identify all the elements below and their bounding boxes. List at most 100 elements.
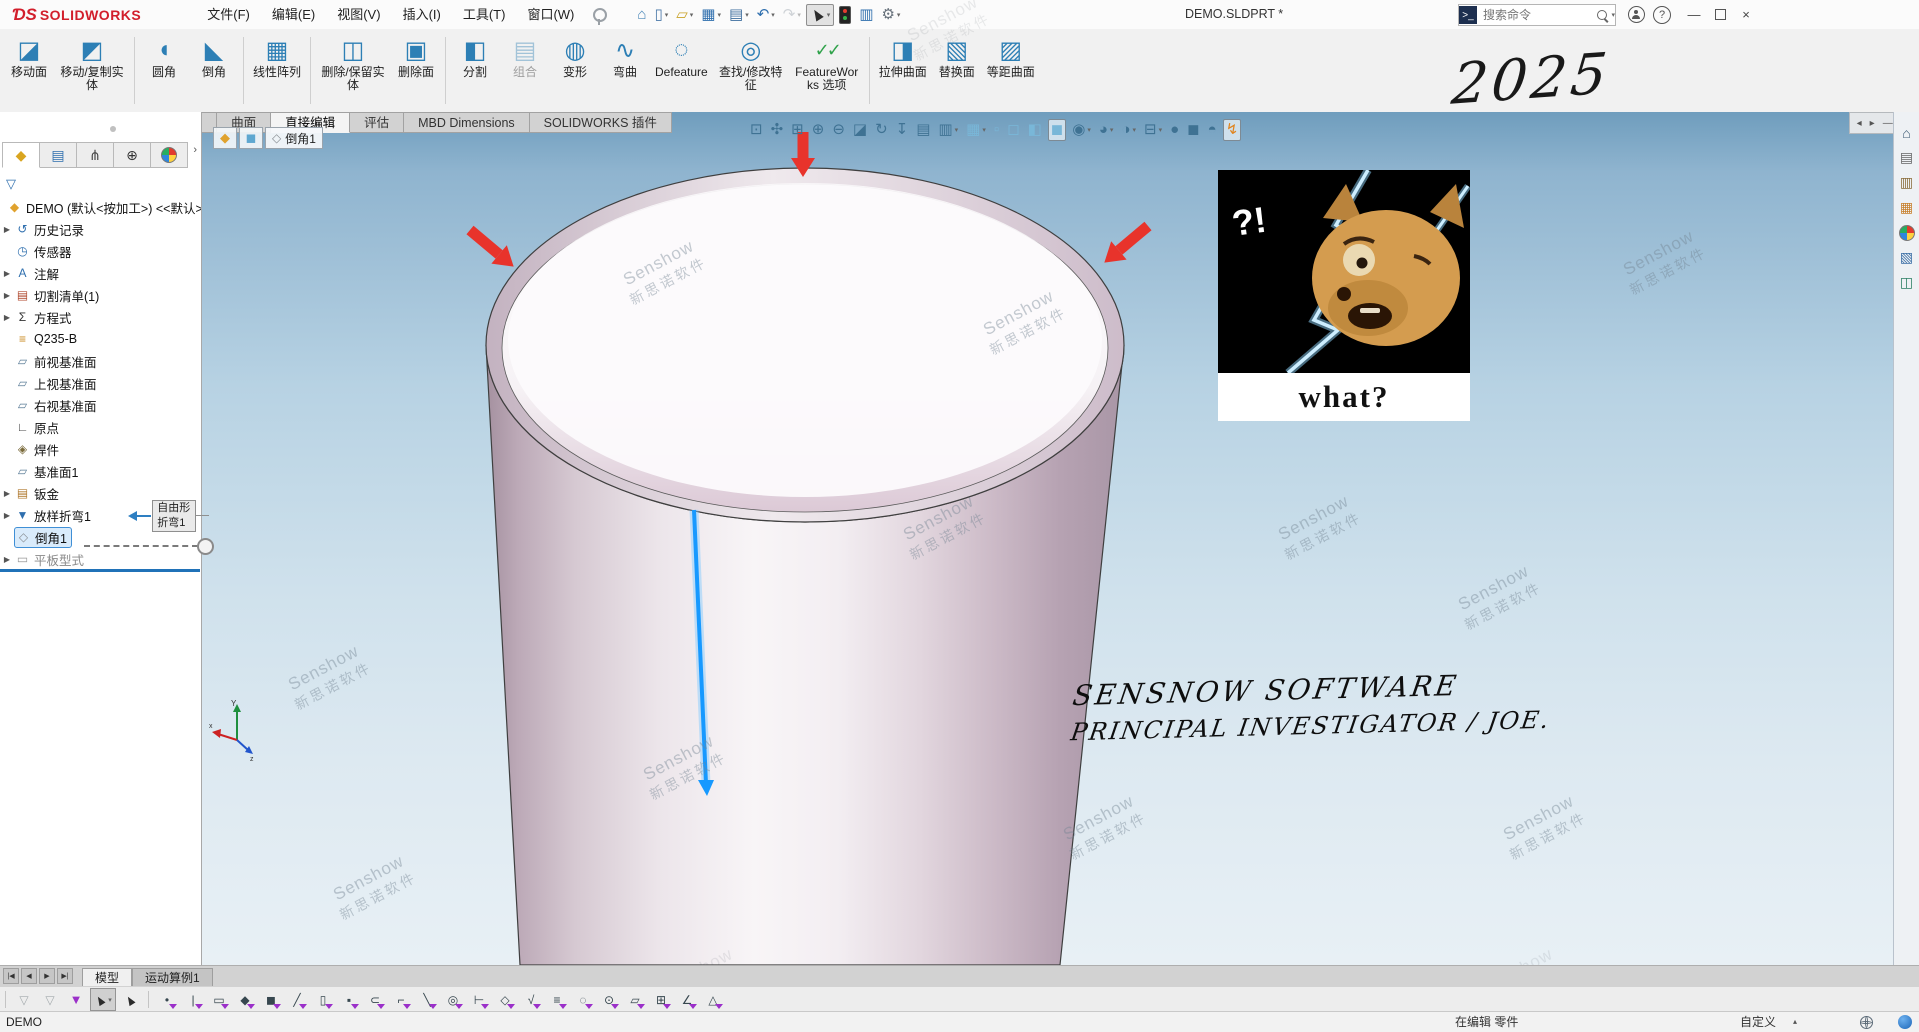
pin-menu-icon[interactable] bbox=[593, 8, 607, 22]
save-icon[interactable]: ▦▾ bbox=[698, 5, 724, 25]
filter-surfaces-icon[interactable]: ▱ bbox=[623, 989, 647, 1010]
section-view-icon[interactable]: ◪ bbox=[851, 120, 869, 140]
cm-tab-7[interactable]: MBD Dimensions bbox=[404, 112, 530, 133]
instant3d-icon[interactable]: ↯ bbox=[1223, 119, 1242, 141]
hidden-lines-icon[interactable]: ◻ bbox=[1005, 120, 1021, 140]
split-button[interactable]: ◧分割 bbox=[450, 29, 500, 112]
normal-to-icon[interactable]: ↧ bbox=[894, 120, 911, 140]
move-copy-body-button[interactable]: ◩移动/复制实体 bbox=[54, 29, 130, 112]
tree-item-sheet-metal-expand-icon[interactable]: ▶ bbox=[0, 489, 14, 498]
filter-loops-icon[interactable]: ⊂ bbox=[363, 989, 387, 1010]
tree-item-history-expand-icon[interactable]: ▶ bbox=[0, 225, 14, 234]
view-orientation-icon-caret[interactable]: ▾ bbox=[982, 126, 986, 134]
filter-midpoints-icon[interactable]: ⊢ bbox=[467, 989, 491, 1010]
zoom-in-out-icon[interactable]: ⊕ bbox=[810, 120, 827, 140]
freeze-bar[interactable] bbox=[0, 569, 200, 572]
move-face-button[interactable]: ◪移动面 bbox=[4, 29, 54, 112]
prev-tab-icon[interactable]: ◀ bbox=[21, 968, 37, 984]
status-web-icon[interactable] bbox=[1898, 1015, 1912, 1029]
first-tab-icon[interactable]: |◀ bbox=[3, 968, 19, 984]
view-settings-icon[interactable]: ⊟▾ bbox=[1142, 120, 1164, 140]
motion-study-tab[interactable]: 运动算例1 bbox=[132, 968, 213, 987]
filter-axes-icon[interactable]: ╲ bbox=[415, 989, 439, 1010]
menu-item-4[interactable]: 工具(T) bbox=[452, 1, 517, 29]
filter-bodies-icon[interactable]: ◼ bbox=[259, 989, 283, 1010]
filter-faces-icon[interactable]: ◆ bbox=[233, 989, 257, 1010]
cm-tab-6[interactable]: 评估 bbox=[350, 112, 404, 133]
offset-surface-button[interactable]: ▨等距曲面 bbox=[982, 29, 1040, 112]
taskpane-forum-icon[interactable]: ◫ bbox=[1900, 270, 1913, 295]
tree-item-annotations-expand-icon[interactable]: ▶ bbox=[0, 269, 14, 278]
tree-item-top-plane[interactable]: ▱上视基准面 bbox=[0, 372, 201, 394]
filter-center-marks-icon[interactable]: ◎ bbox=[441, 989, 465, 1010]
displaymanager-tab[interactable] bbox=[151, 142, 188, 168]
tree-item-origin[interactable]: ∟原点 bbox=[0, 416, 201, 438]
options-gear-icon-caret[interactable]: ▾ bbox=[897, 11, 901, 19]
camera-icon[interactable]: ◓ bbox=[1206, 120, 1219, 140]
filter-vertices-icon[interactable]: ▪ bbox=[337, 989, 361, 1010]
panel-expand-icon[interactable]: › bbox=[193, 144, 197, 156]
menu-item-5[interactable]: 窗口(W) bbox=[516, 1, 585, 29]
zoom-to-area-icon[interactable]: ⊞ bbox=[789, 120, 806, 140]
hide-show-items-icon[interactable]: ◉▾ bbox=[1070, 120, 1093, 140]
filter-corners-icon[interactable]: ⌐ bbox=[389, 989, 413, 1010]
shadow-sphere-icon[interactable]: ● bbox=[1168, 120, 1181, 140]
taskpane-resources-icon[interactable]: ▤ bbox=[1900, 145, 1913, 170]
find-modify-feature-button[interactable]: ◎查找/修改特征 bbox=[713, 29, 789, 112]
tree-item-history[interactable]: ▶↺历史记录 bbox=[0, 218, 201, 240]
rollback-drag-handle[interactable] bbox=[197, 538, 214, 555]
tree-item-annotations[interactable]: ▶A注解 bbox=[0, 262, 201, 284]
configurationmanager-tab[interactable]: ⋔ bbox=[77, 142, 114, 168]
menu-item-1[interactable]: 编辑(E) bbox=[261, 1, 326, 29]
apply-scene-icon[interactable]: ◑▾ bbox=[1119, 120, 1138, 140]
select-cursor-icon[interactable]: ▲▾ bbox=[806, 4, 834, 26]
featureworks-options-button[interactable]: ✓✓FeatureWorks 选项 bbox=[789, 29, 865, 112]
open-file-icon[interactable]: ▱▾ bbox=[673, 5, 696, 25]
toggle-selection-filter-icon[interactable]: ▼ bbox=[64, 989, 88, 1010]
tree-filter-row[interactable]: ▽ bbox=[6, 174, 16, 194]
filter-edges-icon[interactable]: ╱ bbox=[285, 989, 309, 1010]
hide-show-items-icon-caret[interactable]: ▾ bbox=[1087, 126, 1091, 134]
dimxpertmanager-tab[interactable]: ⊕ bbox=[114, 142, 151, 168]
taskpane-design-library-icon[interactable]: ▥ bbox=[1900, 170, 1913, 195]
view-settings-icon-caret[interactable]: ▾ bbox=[1159, 126, 1163, 134]
tree-item-weldment[interactable]: ◈焊件 bbox=[0, 438, 201, 460]
tree-item-cut-list[interactable]: ▶▤切割清单(1) bbox=[0, 284, 201, 306]
3d-drawing-view-icon[interactable]: ▤ bbox=[914, 120, 932, 140]
chevron-left-icon[interactable]: ◂ bbox=[1857, 118, 1862, 129]
save-icon-caret[interactable]: ▾ bbox=[717, 11, 721, 19]
filter-lines-icon[interactable]: | bbox=[181, 989, 205, 1010]
shaded-icon[interactable]: ◼ bbox=[1048, 119, 1066, 141]
tree-root-item[interactable]: ◆DEMO (默认<按加工>) <<默认>_显示 bbox=[0, 196, 201, 218]
open-file-icon-caret[interactable]: ▾ bbox=[690, 11, 694, 19]
tree-item-lofted-bend-expand-icon[interactable]: ▶ bbox=[0, 511, 14, 520]
traffic-light-icon[interactable] bbox=[836, 4, 854, 26]
tree-item-equations-expand-icon[interactable]: ▶ bbox=[0, 313, 14, 322]
tree-item-front-plane[interactable]: ▱前视基准面 bbox=[0, 350, 201, 372]
tree-item-chamfer1-selection[interactable]: ◇倒角1 bbox=[14, 527, 72, 548]
tree-item-plane1[interactable]: ▱基准面1 bbox=[0, 460, 201, 482]
minimize-button[interactable]: — bbox=[1681, 0, 1707, 29]
fillet-button[interactable]: ◖圆角 bbox=[139, 29, 189, 112]
redo-icon[interactable]: ↷▾ bbox=[780, 5, 804, 25]
view-orientation-icon[interactable]: ▦▾ bbox=[964, 120, 988, 140]
breadcrumb-part-icon[interactable]: ◆ bbox=[213, 127, 237, 149]
taskpane-home-icon[interactable]: ⌂ bbox=[1902, 120, 1910, 145]
tree-item-cut-list-expand-icon[interactable]: ▶ bbox=[0, 291, 14, 300]
magnify-icon[interactable]: ⊖ bbox=[830, 120, 847, 140]
tree-item-equations[interactable]: ▶Σ方程式 bbox=[0, 306, 201, 328]
apply-scene-icon-caret[interactable]: ▾ bbox=[1133, 126, 1137, 134]
tree-item-sensors[interactable]: ◷传感器 bbox=[0, 240, 201, 262]
advanced-select-icon[interactable]: ▲ bbox=[118, 989, 142, 1010]
rotate-view-icon[interactable]: ↻ bbox=[873, 120, 890, 140]
pan-icon[interactable]: ✣ bbox=[769, 120, 786, 140]
tree-item-flat-pattern-expand-icon[interactable]: ▶ bbox=[0, 555, 14, 564]
next-tab-icon[interactable]: ▶ bbox=[39, 968, 55, 984]
new-file-icon[interactable]: ▯▾ bbox=[651, 5, 671, 25]
edit-appearance-icon[interactable]: ◕▾ bbox=[1097, 120, 1116, 140]
cm-tab-8[interactable]: SOLIDWORKS 插件 bbox=[530, 112, 672, 133]
flex-button[interactable]: ∿弯曲 bbox=[600, 29, 650, 112]
filter-blocks-icon[interactable]: ◌ bbox=[571, 989, 595, 1010]
select-tool-icon[interactable]: ▲▾ bbox=[90, 988, 116, 1011]
status-custom-text[interactable]: 自定义 bbox=[1740, 1012, 1776, 1032]
